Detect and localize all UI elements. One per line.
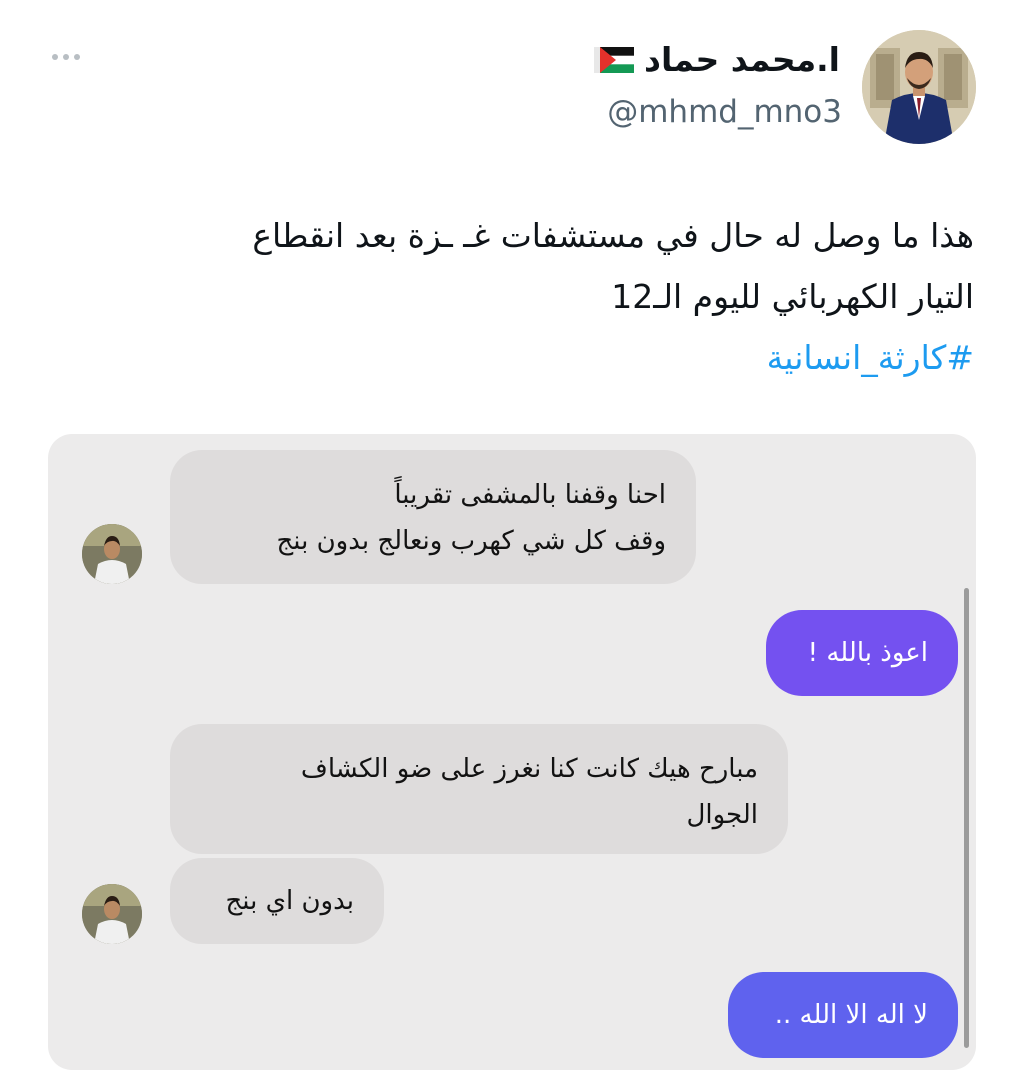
- author-name[interactable]: ا.محمد حماد: [644, 40, 840, 79]
- message-text: مبارح هيك كانت كنا نغرز على ضو الكشاف: [300, 754, 758, 784]
- dot: [63, 54, 69, 60]
- message-text: وقف كل شي كهرب ونعالج بدون بنج: [276, 526, 666, 556]
- message-sent-2: لا اله الا الله ..: [728, 972, 958, 1058]
- message-text: بدون اي بنج: [225, 886, 354, 916]
- author-handle[interactable]: @mhmd_mno3: [607, 94, 842, 130]
- message-sent-1: اعوذ بالله !: [766, 610, 958, 696]
- more-options-icon[interactable]: [52, 54, 80, 60]
- message-text: لا اله الا الله ..: [774, 1000, 928, 1030]
- chat-scrollbar[interactable]: [964, 588, 969, 1048]
- contact-avatar: [82, 524, 142, 584]
- author-name-row: ا.محمد حماد: [592, 40, 840, 79]
- palestine-flag-icon: [594, 46, 635, 73]
- tweet-text-line-1: هذا ما وصل له حال في مستشفات غـ ـزة بعد …: [252, 216, 974, 255]
- message-received-3: بدون اي بنج: [170, 858, 384, 944]
- dot: [52, 54, 58, 60]
- author-avatar[interactable]: [862, 30, 976, 144]
- tweet-text: هذا ما وصل له حال في مستشفات غـ ـزة بعد …: [70, 205, 974, 388]
- message-text: احنا وقفنا بالمشفى تقريباً: [394, 480, 666, 510]
- message-received-1: احنا وقفنا بالمشفى تقريباً وقف كل شي كهر…: [170, 450, 696, 584]
- chat-screenshot: احنا وقفنا بالمشفى تقريباً وقف كل شي كهر…: [48, 434, 976, 1070]
- contact-avatar: [82, 884, 142, 944]
- message-received-2: مبارح هيك كانت كنا نغرز على ضو الكشاف ال…: [170, 724, 788, 854]
- hashtag-link[interactable]: #كارثة_انسانية: [767, 338, 974, 377]
- tweet-text-line-2: التيار الكهربائي لليوم الـ12: [611, 277, 974, 316]
- message-text: الجوال: [686, 800, 758, 830]
- dot: [74, 54, 80, 60]
- message-text: اعوذ بالله !: [807, 638, 928, 668]
